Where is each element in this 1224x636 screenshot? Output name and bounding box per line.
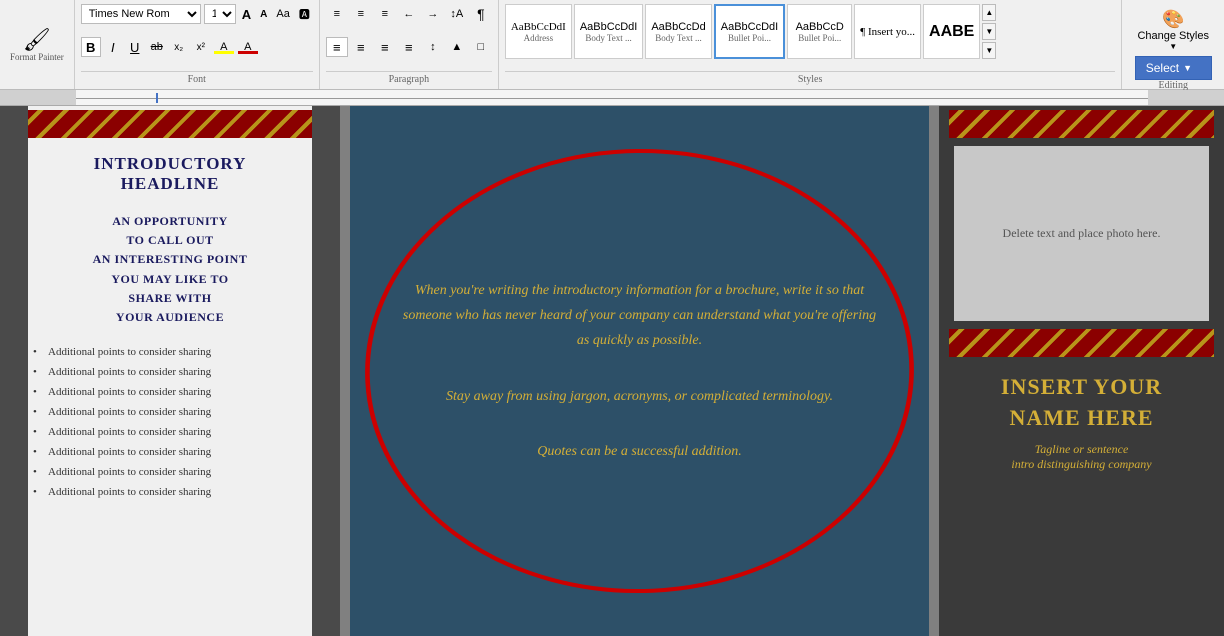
- select-button[interactable]: Select ▼: [1135, 56, 1212, 80]
- style-item-bullet-2[interactable]: AaBbCcD Bullet Poi...: [787, 4, 852, 59]
- numbering-button[interactable]: ≡: [350, 4, 372, 24]
- left-panel: INTRODUCTORY HEADLINE AN OPPORTUNITY TO …: [0, 106, 340, 636]
- content-area: INTRODUCTORY HEADLINE AN OPPORTUNITY TO …: [0, 106, 1224, 636]
- styles-scroll-expand[interactable]: ▼: [982, 42, 996, 59]
- center-content: When you're writing the introductory inf…: [350, 106, 929, 636]
- align-left-button[interactable]: ≡: [326, 37, 348, 57]
- styles-section-label: Styles: [505, 71, 1116, 85]
- list-item: •Additional points to consider sharing: [33, 362, 307, 382]
- photo-placeholder-text: Delete text and place photo here.: [993, 216, 1171, 251]
- ribbon: 🖌 Format Painter Times New Rom 12 A A Aa…: [0, 0, 1224, 90]
- style-item-body-text-2[interactable]: AaBbCcDd Body Text ...: [645, 4, 711, 59]
- font-row-2: B I U ab x₂ x² A A: [81, 37, 313, 57]
- sort-button[interactable]: ↕A: [446, 4, 468, 24]
- left-nav-stripe: [28, 110, 312, 138]
- list-item: •Additional points to consider sharing: [33, 482, 307, 502]
- justify-button[interactable]: ≡: [398, 37, 420, 57]
- change-styles-button[interactable]: 🎨 Change Styles ▼: [1130, 4, 1216, 56]
- text-color-button[interactable]: A: [237, 37, 259, 57]
- paragraph-row-1: ≡ ≡ ≡ ← → ↕A ¶: [326, 4, 492, 24]
- list-item: •Additional points to consider sharing: [33, 422, 307, 442]
- list-item: •Additional points to consider sharing: [33, 342, 307, 362]
- font-case-button[interactable]: Aa: [273, 7, 292, 21]
- styles-scroll-up[interactable]: ▲: [982, 4, 996, 21]
- align-right-button[interactable]: ≡: [374, 37, 396, 57]
- multilevel-button[interactable]: ≡: [374, 4, 396, 24]
- font-section: Times New Rom 12 A A Aa 🅰 B I U ab x₂ x²…: [75, 0, 320, 89]
- center-paragraph-2: Stay away from using jargon, acronyms, o…: [395, 384, 884, 409]
- left-headline: INTRODUCTORY HEADLINE: [28, 142, 312, 202]
- paragraph-row-2: ≡ ≡ ≡ ≡ ↕ ▲ □: [326, 37, 492, 57]
- line-spacing-button[interactable]: ↕: [422, 37, 444, 57]
- font-size-select[interactable]: 12: [204, 4, 236, 24]
- right-tagline: Tagline or sentence intro distinguishing…: [954, 442, 1209, 472]
- right-ribbon-section: 🎨 Change Styles ▼ Select ▼ Editing: [1122, 0, 1224, 89]
- shading-button[interactable]: ▲: [446, 37, 468, 57]
- paragraph-section-label: Paragraph: [326, 71, 492, 85]
- change-styles-icon: 🎨: [1162, 9, 1184, 30]
- decrease-indent-button[interactable]: ←: [398, 4, 420, 24]
- borders-button[interactable]: □: [470, 37, 492, 57]
- font-section-label: Font: [81, 71, 313, 85]
- right-photo-placeholder-area[interactable]: Delete text and place photo here.: [954, 146, 1209, 321]
- styles-scroll-down[interactable]: ▼: [982, 23, 996, 40]
- font-clear-button[interactable]: 🅰: [296, 5, 313, 23]
- large-style-label: AABE: [929, 23, 974, 41]
- font-grow-button[interactable]: A: [239, 6, 254, 23]
- font-name-select[interactable]: Times New Rom: [81, 4, 201, 24]
- style-item-address[interactable]: AaBbCcDdI Address: [505, 4, 572, 59]
- superscript-button[interactable]: x²: [191, 37, 211, 57]
- style-item-bullet-1[interactable]: AaBbCcDdI Bullet Poi...: [714, 4, 785, 59]
- font-row-1: Times New Rom 12 A A Aa 🅰: [81, 4, 313, 24]
- list-item: •Additional points to consider sharing: [33, 442, 307, 462]
- styles-scroll-buttons: ▲ ▼ ▼: [982, 4, 996, 59]
- increase-indent-button[interactable]: →: [422, 4, 444, 24]
- bullets-button[interactable]: ≡: [326, 4, 348, 24]
- right-insert-name: INSERT YOUR NAME HERE: [949, 372, 1214, 434]
- list-item: •Additional points to consider sharing: [33, 382, 307, 402]
- subscript-button[interactable]: x₂: [169, 37, 189, 57]
- center-panel[interactable]: When you're writing the introductory inf…: [350, 106, 929, 636]
- change-styles-arrow: ▼: [1169, 42, 1177, 51]
- list-item: •Additional points to consider sharing: [33, 402, 307, 422]
- center-paragraph-3: Quotes can be a successful addition.: [395, 439, 884, 464]
- align-center-button[interactable]: ≡: [350, 37, 372, 57]
- format-painter-label: Format Painter: [10, 53, 64, 63]
- styles-section: AaBbCcDdI Address AaBbCcDdI Body Text ..…: [499, 0, 1123, 89]
- style-item-body-text-1[interactable]: AaBbCcDdI Body Text ...: [574, 4, 643, 59]
- left-border-right: [312, 106, 340, 636]
- style-item-insert[interactable]: ¶ Insert yo...: [854, 4, 921, 59]
- styles-row: AaBbCcDdI Address AaBbCcDdI Body Text ..…: [505, 4, 1116, 59]
- list-item: •Additional points to consider sharing: [33, 462, 307, 482]
- format-painter-section: 🖌 Format Painter: [0, 0, 75, 89]
- select-arrow-icon: ▼: [1183, 63, 1192, 73]
- left-border-left: [0, 106, 28, 636]
- underline-button[interactable]: U: [125, 37, 145, 57]
- style-item-large[interactable]: AABE: [923, 4, 980, 59]
- font-shrink-button[interactable]: A: [257, 8, 270, 21]
- strikethrough-button[interactable]: ab: [147, 37, 167, 57]
- right-panel: Delete text and place photo here. INSERT…: [939, 106, 1224, 636]
- left-call-out: AN OPPORTUNITY TO CALL OUT AN INTERESTIN…: [43, 212, 297, 327]
- text-highlight-button[interactable]: A: [213, 37, 235, 57]
- right-nav-stripe-top: [949, 110, 1214, 138]
- show-marks-button[interactable]: ¶: [470, 4, 492, 24]
- bold-button[interactable]: B: [81, 37, 101, 57]
- italic-button[interactable]: I: [103, 37, 123, 57]
- right-nav-stripe-bottom: [949, 329, 1214, 357]
- center-paragraph-1: When you're writing the introductory inf…: [395, 278, 884, 354]
- paragraph-section: ≡ ≡ ≡ ← → ↕A ¶ ≡ ≡ ≡ ≡ ↕ ▲ □ Paragraph: [320, 0, 499, 89]
- bullet-list: •Additional points to consider sharing •…: [28, 342, 312, 502]
- format-painter-button[interactable]: 🖌 Format Painter: [10, 27, 64, 63]
- paint-brush-icon: 🖌: [23, 27, 51, 53]
- ruler: [0, 90, 1224, 106]
